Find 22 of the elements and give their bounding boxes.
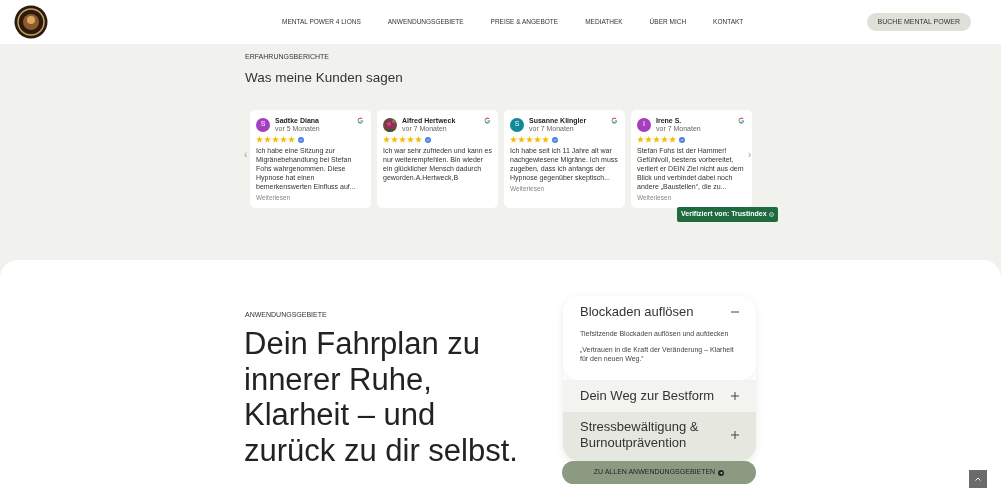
google-icon — [357, 117, 364, 124]
minus-icon — [731, 308, 739, 316]
verified-icon — [425, 136, 431, 143]
google-icon — [611, 117, 618, 124]
check-icon — [768, 211, 774, 217]
section-title: Was meine Kunden sagen — [245, 69, 403, 87]
accordion-title: Stressbewältigung & Burnoutprävention — [580, 419, 700, 451]
logo-icon[interactable] — [14, 5, 48, 39]
plus-icon — [731, 392, 739, 400]
verified-icon — [552, 136, 558, 143]
arrow-icon — [718, 469, 725, 476]
accordion-item[interactable]: Stressbewältigung & Burnoutprävention — [563, 412, 756, 461]
google-icon — [484, 117, 491, 124]
chevron-up-icon — [975, 477, 981, 481]
accordion-item[interactable]: Dein Weg zur Bestform — [563, 380, 756, 412]
verified-icon — [679, 136, 685, 143]
accordion-title: Dein Weg zur Bestform — [580, 388, 715, 404]
section-heading: Dein Fahrplan zu innerer Ruhe, Klarheit – und zurück zu dir selbst. — [244, 326, 519, 468]
accordion-title: Blockaden auflösen — [580, 304, 694, 320]
verified-icon — [298, 136, 304, 143]
google-icon — [738, 117, 745, 124]
plus-icon — [731, 431, 739, 439]
